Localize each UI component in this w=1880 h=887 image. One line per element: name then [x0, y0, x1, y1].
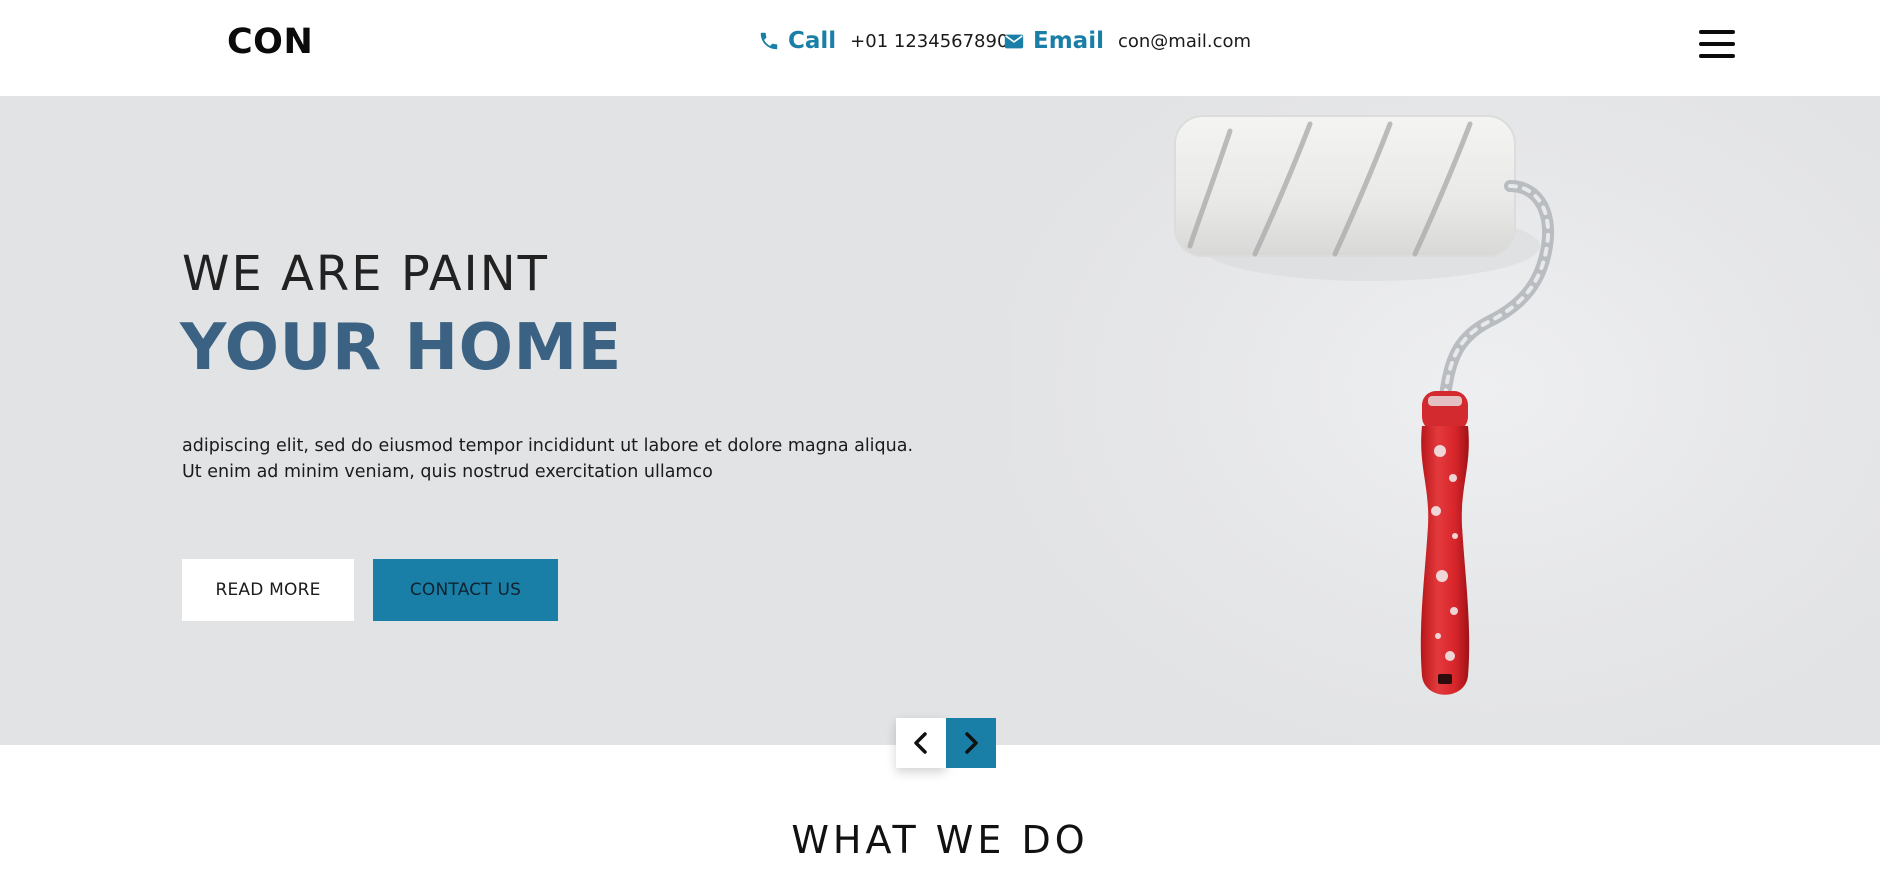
- chevron-left-icon: [914, 732, 927, 754]
- call-label: Call: [788, 28, 837, 54]
- envelope-icon: [1003, 30, 1025, 52]
- hero-text-line2: Ut enim ad minim veniam, quis nostrud ex…: [182, 462, 713, 482]
- what-we-do-heading: WHAT WE DO: [791, 818, 1089, 862]
- menu-bar: [1699, 30, 1735, 34]
- hamburger-menu-icon[interactable]: [1699, 28, 1735, 60]
- site-header: CON Call +01 1234567890 Email con@mail.c…: [0, 0, 1880, 96]
- call-contact[interactable]: Call +01 1234567890: [758, 28, 1008, 54]
- read-more-button[interactable]: READ MORE: [182, 559, 354, 621]
- phone-number[interactable]: +01 1234567890: [850, 31, 1008, 52]
- hero-title-line1: WE ARE PAINT: [182, 246, 549, 302]
- chevron-right-icon: [965, 732, 978, 754]
- email-contact[interactable]: Email con@mail.com: [1003, 28, 1251, 54]
- menu-bar: [1699, 42, 1735, 46]
- email-label: Email: [1033, 28, 1104, 54]
- hero-slider: WE ARE PAINT YOUR HOME adipiscing elit, …: [0, 96, 1880, 745]
- menu-bar: [1699, 54, 1735, 58]
- hero-title-line2: YOUR HOME: [180, 311, 622, 385]
- slider-next-button[interactable]: [946, 718, 996, 768]
- contact-us-button[interactable]: CONTACT US: [373, 559, 558, 621]
- hero-text-line1: adipiscing elit, sed do eiusmod tempor i…: [182, 436, 914, 456]
- paint-roller-image: [1174, 115, 1555, 695]
- email-address[interactable]: con@mail.com: [1118, 31, 1251, 52]
- hero-description: adipiscing elit, sed do eiusmod tempor i…: [182, 433, 962, 485]
- phone-icon: [758, 30, 780, 52]
- logo[interactable]: CON: [227, 22, 313, 62]
- slider-prev-button[interactable]: [896, 718, 946, 768]
